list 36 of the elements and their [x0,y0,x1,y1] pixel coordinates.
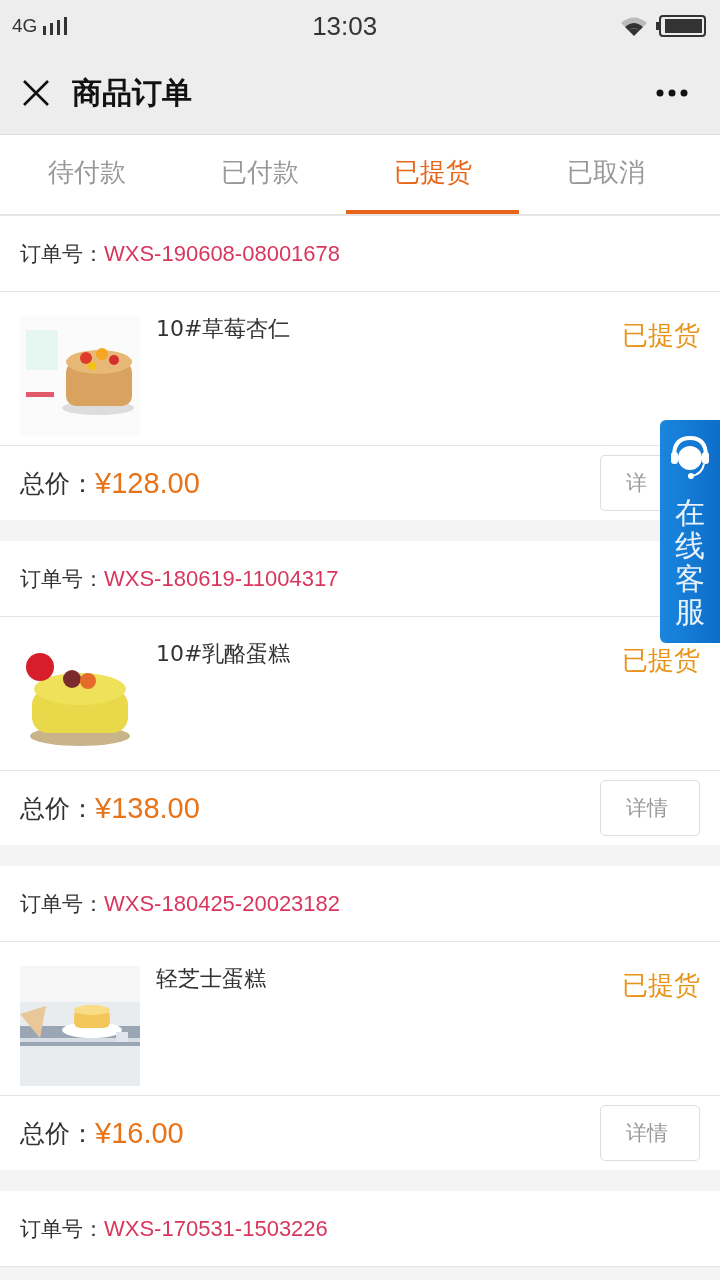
details-button[interactable]: 详 [600,455,660,511]
order-number: WXS-180619-11004317 [104,565,339,592]
total-label: 总价： [20,467,95,500]
network-label: 4G [12,15,38,37]
order-number: WXS-170531-1503226 [104,1215,328,1242]
tab[interactable]: 待付款 [0,135,173,214]
product-name: 轻芝士蛋糕 [156,965,267,993]
total-price: ¥138.00 [95,791,201,825]
page-title: 商品订单 [72,73,193,112]
order-number-label: 订单号： [20,890,104,918]
headset-icon [670,434,710,482]
order-number-label: 订单号： [20,1215,104,1243]
close-icon[interactable] [22,79,50,107]
product-name: 10#乳酪蛋糕 [156,640,292,668]
clock: 13:03 [312,10,378,42]
total-price: ¥16.00 [95,1116,185,1150]
signal-icon [43,17,70,35]
order-status: 已提货 [622,319,700,352]
wifi-icon [620,15,648,37]
tab[interactable]: 已取消 [519,135,692,214]
order-number-label: 订单号： [20,240,104,268]
details-button[interactable]: 详情 [600,780,700,836]
details-button[interactable]: 详情 [600,1105,700,1161]
order-number: WXS-190608-08001678 [104,240,341,267]
total-label: 总价： [20,1117,95,1150]
tab[interactable]: 已付款 [173,135,346,214]
more-icon[interactable] [656,89,688,97]
total-price: ¥128.00 [95,466,201,500]
battery-icon [656,15,706,37]
online-service-button[interactable]: 在线客服 [660,420,720,643]
total-label: 总价： [20,792,95,825]
product-name: 10#草莓杏仁 [156,315,292,343]
order-status: 已提货 [622,644,700,677]
order-status: 已提货 [622,969,700,1002]
order-number: WXS-180425-20023182 [104,890,341,917]
order-number-label: 订单号： [20,565,104,593]
